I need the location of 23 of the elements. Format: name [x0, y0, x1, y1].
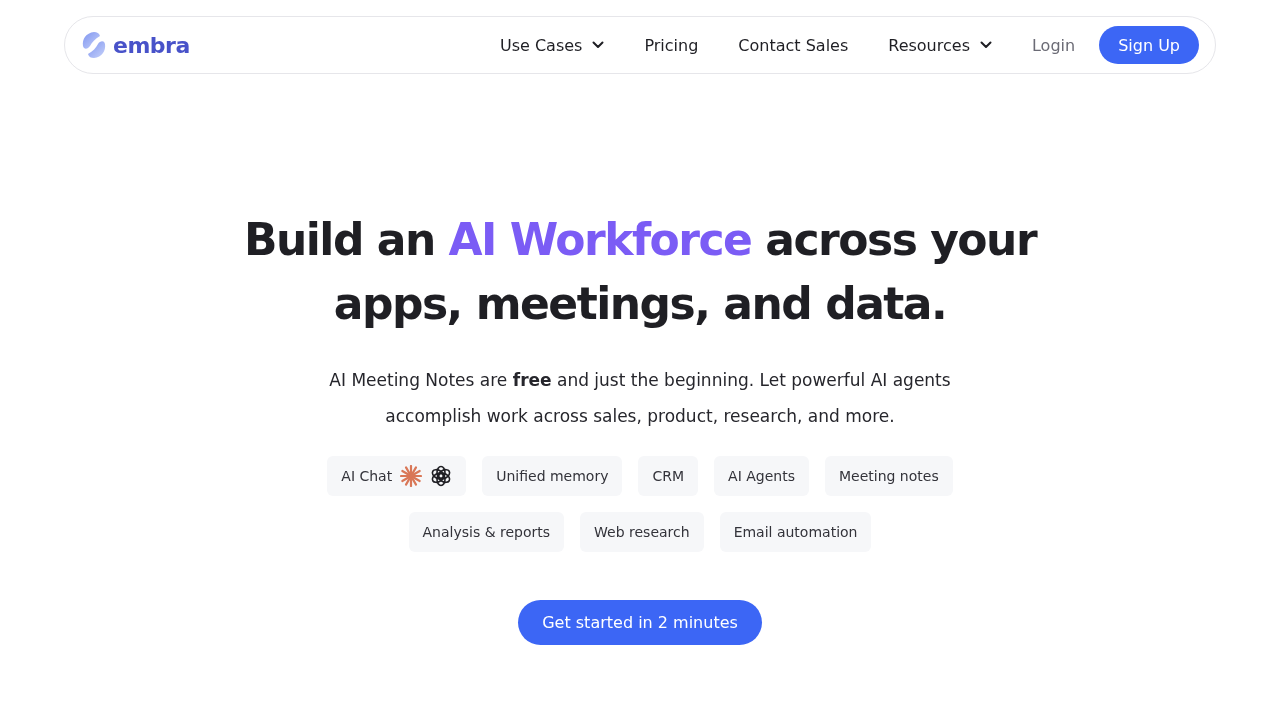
brand-name[interactable]: embra: [113, 32, 190, 58]
feature-tag: Analysis & reports: [408, 512, 565, 552]
chevron-down-icon: [979, 41, 992, 49]
feature-tag: Unified memory: [482, 456, 623, 496]
logo-icon: [81, 31, 107, 59]
get-started-button[interactable]: Get started in 2 minutes: [518, 600, 762, 645]
feature-tag: AI Agents: [714, 456, 809, 496]
sunburst-icon: [400, 465, 423, 487]
feature-tag: Meeting notes: [824, 456, 953, 496]
feature-tag: AI Chat: [327, 456, 467, 496]
login-link[interactable]: Login: [1031, 35, 1076, 55]
nav-link[interactable]: Pricing: [644, 35, 699, 55]
knot-icon: [430, 465, 453, 487]
chevron-down-icon: [592, 41, 605, 49]
feature-tag: Email automation: [719, 512, 872, 552]
sign-up-button[interactable]: Sign Up: [1099, 26, 1199, 64]
nav-menu-item[interactable]: Resources: [888, 35, 992, 55]
feature-tag: CRM: [638, 456, 699, 496]
subtitle: AI Meeting Notes are free and just the beginning. Let powerful AI agents accomplish work across sales, product, research, and more.: [328, 369, 952, 428]
headline: Build an AI Workforce across your apps, meetings, and data.: [242, 213, 1038, 331]
nav-link[interactable]: Contact Sales: [738, 35, 849, 55]
nav-menu-item[interactable]: Use Cases: [499, 35, 605, 55]
feature-tag: Web research: [580, 512, 704, 552]
